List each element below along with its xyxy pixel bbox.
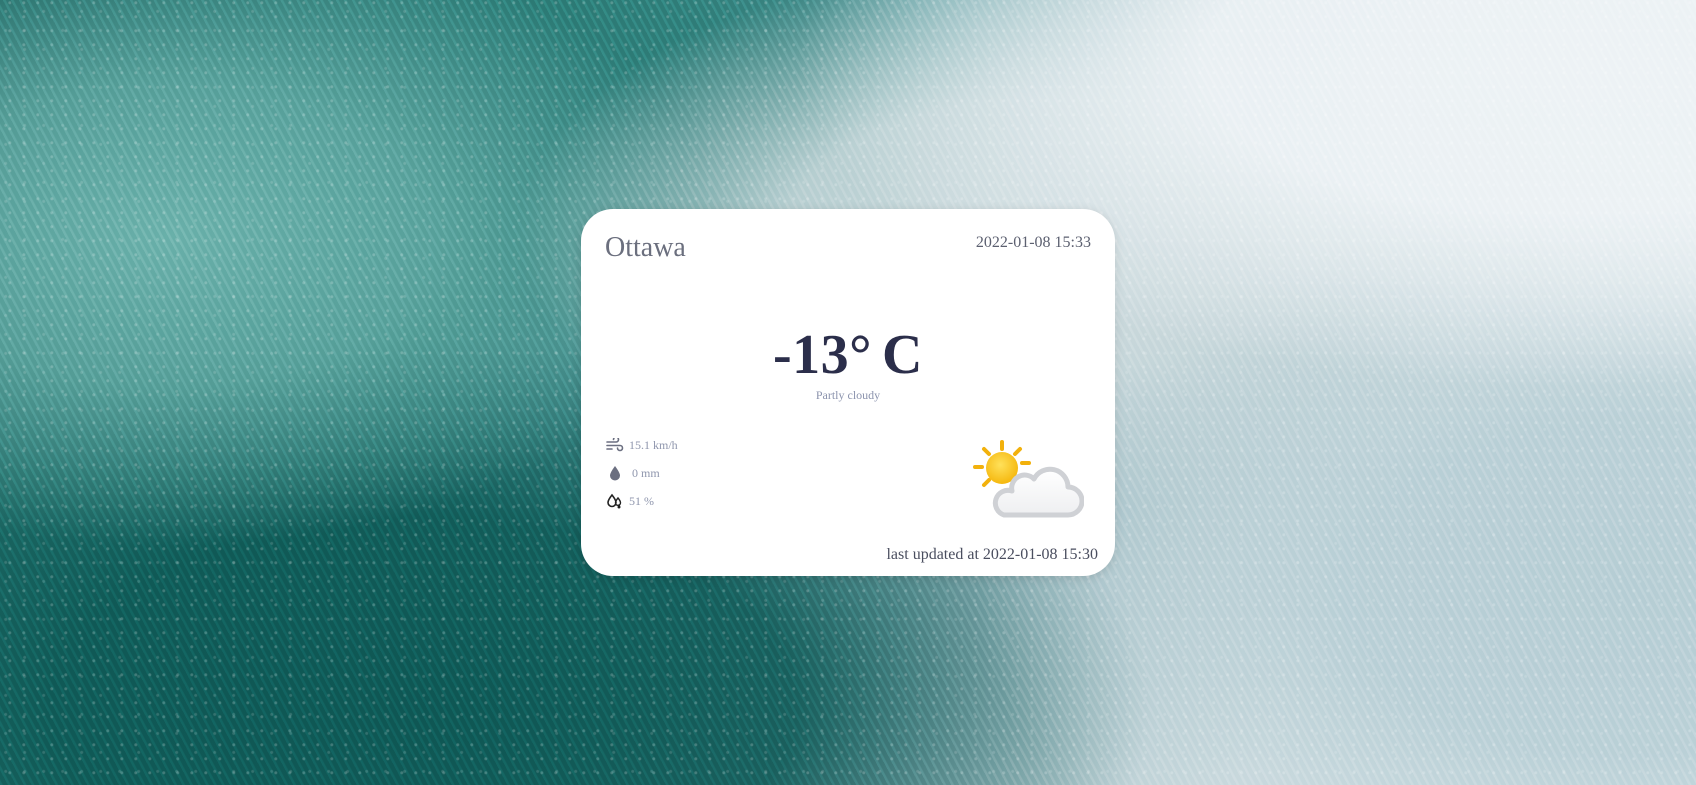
precipitation-item: 0 mm <box>605 459 678 487</box>
temperature: -13° C <box>581 327 1115 383</box>
current-datetime: 2022-01-08 15:33 <box>975 234 1091 251</box>
temperature-block: -13° C Partly cloudy <box>581 327 1115 401</box>
wind-icon <box>605 436 625 454</box>
partly-cloudy-icon <box>972 439 1085 523</box>
temperature-unit: C <box>882 324 923 386</box>
humidity-icon <box>605 492 625 510</box>
last-updated-text: last updated at 2022-01-08 15:30 <box>886 546 1098 563</box>
humidity-value: 51 % <box>629 493 654 508</box>
precipitation-value: 0 mm <box>632 465 660 480</box>
wind-speed-value: 15.1 km/h <box>629 437 678 452</box>
city-name: Ottawa <box>605 232 686 263</box>
weather-card: Ottawa 2022-01-08 15:33 -13° C Partly clo… <box>581 209 1115 576</box>
temperature-value: -13° <box>773 324 873 386</box>
wind-speed-item: 15.1 km/h <box>605 431 678 459</box>
weather-condition: Partly cloudy <box>815 388 881 402</box>
humidity-item: 51 % <box>605 487 678 515</box>
raindrop-icon <box>605 464 625 482</box>
weather-details-list: 15.1 km/h 0 mm 51 % <box>605 431 678 515</box>
